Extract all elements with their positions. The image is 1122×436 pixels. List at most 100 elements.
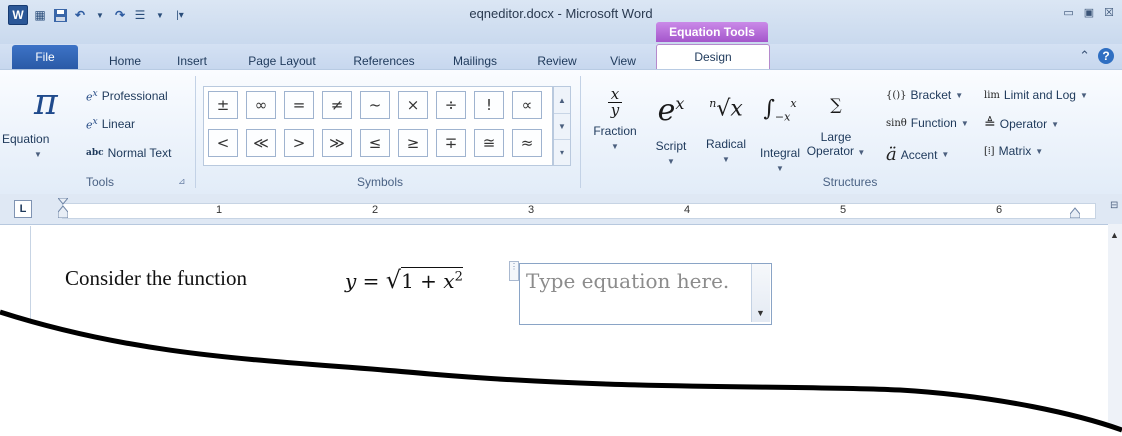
symbol-button[interactable]: ∓ — [436, 129, 466, 157]
equation-button[interactable]: Equation — [2, 132, 49, 146]
symbol-button[interactable]: > — [284, 129, 314, 157]
integral-button[interactable]: ∫−xx Integral ▼ — [752, 82, 808, 174]
normal-text-button[interactable]: abc Normal Text — [86, 146, 171, 160]
undo-icon[interactable]: ↶ — [72, 6, 88, 24]
customize-icon[interactable]: ▦ — [32, 6, 48, 24]
scroll-up-icon[interactable]: ▲ — [1110, 230, 1119, 240]
symbol-button[interactable]: ≪ — [246, 129, 276, 157]
script-icon: ex — [657, 93, 685, 128]
bracket-icon: {()} — [886, 89, 907, 101]
function-dropdown-icon: ▼ — [960, 118, 969, 128]
redo-icon[interactable]: ↷ — [112, 6, 128, 24]
accent-button[interactable]: ä Accent ▼ — [886, 144, 949, 165]
linear-button[interactable]: ex Linear — [86, 116, 135, 132]
radical-button[interactable]: n√x Radical ▼ — [698, 82, 754, 165]
limit-and-log-dropdown-icon: ▼ — [1079, 90, 1088, 100]
matrix-button[interactable]: [⁞] Matrix ▼ — [984, 144, 1043, 158]
equation-tools-label: Equation Tools — [656, 22, 768, 42]
bullets-icon[interactable]: ☰ — [132, 6, 148, 24]
equation-handle-icon[interactable]: ⋮ — [509, 261, 519, 281]
group-separator — [580, 76, 581, 188]
restore-icon[interactable]: ▣ — [1084, 6, 1094, 19]
minimize-ribbon-icon[interactable]: ⌃ — [1079, 48, 1090, 64]
matrix-label: Matrix — [998, 144, 1032, 158]
customize-qat-icon[interactable]: |▾ — [172, 6, 188, 24]
symbol-button[interactable]: ≥ — [398, 129, 428, 157]
tab-selector[interactable]: L — [14, 200, 32, 218]
professional-label: Professional — [101, 88, 168, 103]
radical-icon: n√x — [709, 96, 743, 122]
fraction-button[interactable]: xy Fraction ▼ — [590, 86, 640, 152]
symbol-button[interactable]: ≅ — [474, 129, 504, 157]
large-operator-dropdown-icon: ▼ — [857, 148, 866, 157]
script-dropdown-icon: ▼ — [667, 157, 675, 166]
symbol-button[interactable]: ÷ — [436, 91, 466, 119]
help-icon[interactable]: ? — [1098, 48, 1114, 64]
accent-dropdown-icon: ▼ — [941, 150, 950, 159]
view-ruler-icon[interactable]: ⊟ — [1110, 200, 1118, 211]
symbol-button[interactable]: ≫ — [322, 129, 352, 157]
structures-group-label: Structures — [822, 175, 878, 189]
indent-marker-icon[interactable] — [56, 197, 70, 219]
ruler-number: 4 — [684, 204, 691, 216]
ruler-number: 2 — [372, 204, 379, 216]
normal-text-icon: abc — [86, 148, 104, 158]
bracket-dropdown-icon: ▼ — [955, 90, 964, 100]
bullets-dropdown-icon[interactable]: ▼ — [152, 6, 168, 24]
symbol-button[interactable]: ≤ — [360, 129, 390, 157]
equation-options-launcher-icon[interactable]: ⊿ — [178, 176, 186, 187]
bracket-button[interactable]: {()} Bracket ▼ — [886, 88, 963, 102]
symbol-button[interactable]: = — [284, 91, 314, 119]
gallery-up-icon[interactable]: ▲ — [554, 87, 570, 114]
symbol-button[interactable]: ! — [474, 91, 504, 119]
normal-text-label: Normal Text — [107, 146, 172, 160]
limit-icon: lim — [984, 89, 1000, 101]
large-operator-label-2: Operator — [806, 144, 855, 158]
minimize-icon[interactable]: ▭ — [1063, 6, 1073, 19]
large-operator-button[interactable]: ∑ Large Operator ▼ — [806, 86, 866, 158]
gallery-down-icon[interactable]: ▼ — [554, 113, 570, 140]
symbol-button[interactable]: ∝ — [512, 91, 542, 119]
close-icon[interactable]: ☒ — [1104, 6, 1114, 19]
tab-file[interactable]: File — [12, 45, 78, 69]
operator-button[interactable]: ≜ Operator ▼ — [984, 116, 1059, 132]
symbol-button[interactable]: ∞ — [246, 91, 276, 119]
operator-dropdown-icon: ▼ — [1051, 119, 1060, 129]
professional-button[interactable]: ex Professional — [86, 88, 168, 104]
quick-access-toolbar: W ▦ ↶ ▼ ↷ ☰ ▼ |▾ — [8, 4, 188, 26]
equation-pi-icon[interactable]: π — [34, 82, 58, 123]
symbol-button[interactable]: ± — [208, 91, 238, 119]
symbol-button[interactable]: ~ — [360, 91, 390, 119]
script-button[interactable]: ex Script ▼ — [648, 82, 694, 167]
document-text[interactable]: Consider the function — [65, 266, 247, 291]
radical-dropdown-icon: ▼ — [722, 155, 730, 165]
window-controls: ▭ ▣ ☒ — [1063, 6, 1114, 19]
ruler-number: 6 — [996, 204, 1003, 216]
symbol-button[interactable]: × — [398, 91, 428, 119]
professional-icon: ex — [86, 88, 98, 104]
symbol-button[interactable]: ≠ — [322, 91, 352, 119]
symbol-button[interactable]: ≈ — [512, 129, 542, 157]
function-label: Function — [910, 116, 957, 130]
matrix-icon: [⁞] — [984, 145, 995, 157]
fraction-dropdown-icon: ▼ — [611, 142, 619, 151]
integral-label: Integral — [759, 145, 801, 160]
tab-design[interactable]: Design — [656, 44, 770, 71]
limit-and-log-button[interactable]: lim Limit and Log ▼ — [984, 88, 1088, 102]
function-button[interactable]: sinθ Function ▼ — [886, 116, 969, 130]
symbol-button[interactable]: < — [208, 129, 238, 157]
bracket-label: Bracket — [910, 88, 952, 102]
linear-icon: ex — [86, 116, 98, 132]
linear-label: Linear — [101, 116, 136, 131]
equation-dropdown-icon[interactable]: ▼ — [34, 150, 42, 159]
ruler-number: 5 — [840, 204, 847, 216]
operator-icon: ≜ — [984, 116, 996, 132]
integral-dropdown-icon: ▼ — [776, 163, 784, 173]
large-operator-label-1: Large — [820, 130, 852, 144]
word-app-icon[interactable]: W — [8, 5, 28, 25]
right-indent-marker-icon[interactable] — [1069, 206, 1081, 219]
undo-dropdown-icon[interactable]: ▼ — [92, 6, 108, 24]
matrix-dropdown-icon: ▼ — [1035, 146, 1044, 156]
save-icon[interactable] — [52, 6, 68, 24]
gallery-more-icon[interactable]: ▾ — [554, 139, 570, 165]
